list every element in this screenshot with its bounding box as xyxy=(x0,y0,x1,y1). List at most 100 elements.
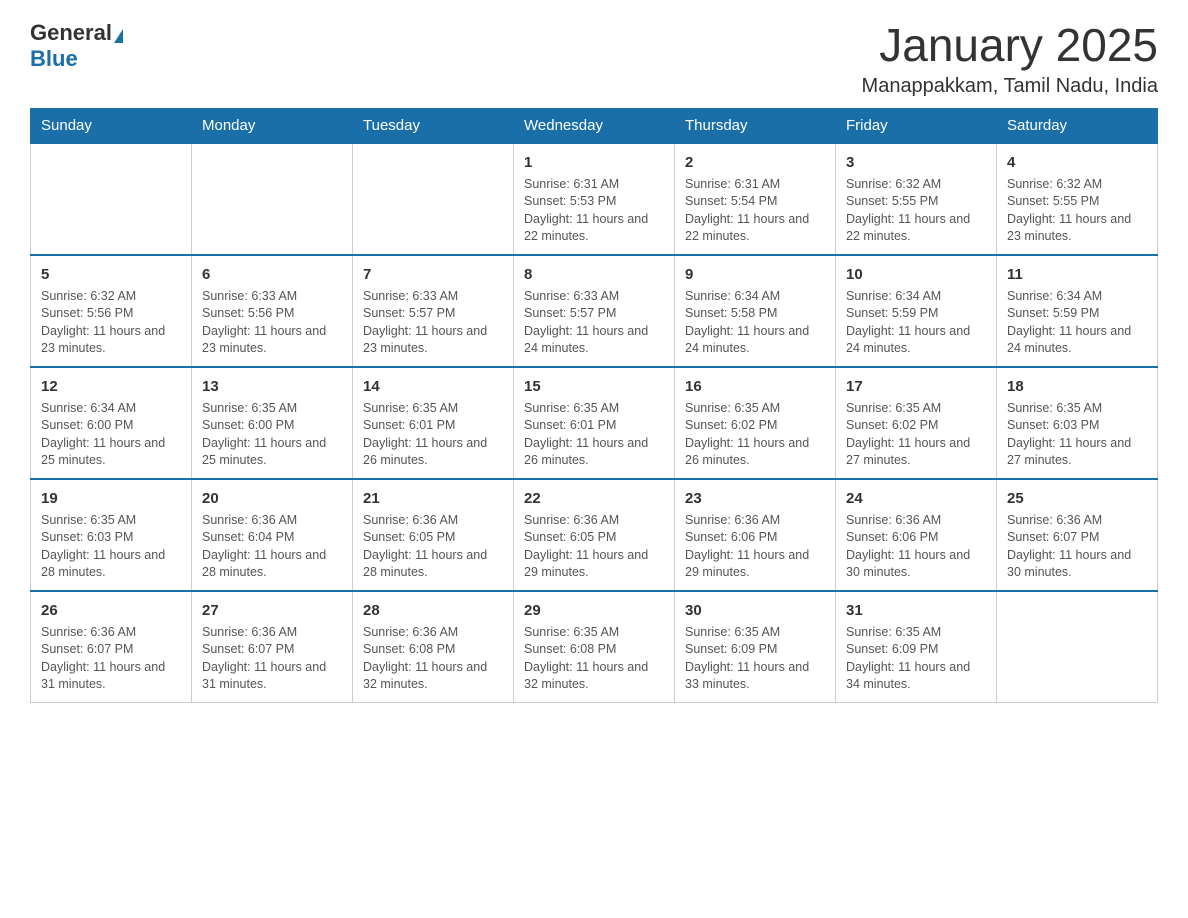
day-info: Sunrise: 6:35 AMSunset: 6:02 PMDaylight:… xyxy=(846,400,986,470)
day-info: Sunrise: 6:35 AMSunset: 6:02 PMDaylight:… xyxy=(685,400,825,470)
logo-blue-text: Blue xyxy=(30,46,78,71)
day-number: 26 xyxy=(41,600,181,621)
calendar-cell xyxy=(192,143,353,255)
day-number: 21 xyxy=(363,488,503,509)
page-header: General Blue January 2025 Manappakkam, T… xyxy=(30,20,1158,98)
calendar-cell: 15 Sunrise: 6:35 AMSunset: 6:01 PMDayligh… xyxy=(514,367,675,479)
day-info: Sunrise: 6:35 AMSunset: 6:01 PMDaylight:… xyxy=(363,400,503,470)
calendar-cell: 26 Sunrise: 6:36 AMSunset: 6:07 PMDayligh… xyxy=(31,591,192,703)
day-number: 15 xyxy=(524,376,664,397)
logo-top-line: General xyxy=(30,20,123,46)
day-number: 22 xyxy=(524,488,664,509)
calendar-cell: 4 Sunrise: 6:32 AMSunset: 5:55 PMDaylight… xyxy=(997,143,1158,255)
day-info: Sunrise: 6:36 AMSunset: 6:07 PMDaylight:… xyxy=(1007,512,1147,582)
day-info: Sunrise: 6:32 AMSunset: 5:55 PMDaylight:… xyxy=(846,176,986,246)
calendar-week-row: 26 Sunrise: 6:36 AMSunset: 6:07 PMDayligh… xyxy=(31,591,1158,703)
calendar-week-row: 19 Sunrise: 6:35 AMSunset: 6:03 PMDayligh… xyxy=(31,479,1158,591)
day-number: 20 xyxy=(202,488,342,509)
day-info: Sunrise: 6:36 AMSunset: 6:06 PMDaylight:… xyxy=(846,512,986,582)
day-number: 27 xyxy=(202,600,342,621)
title-area: January 2025 Manappakkam, Tamil Nadu, In… xyxy=(862,20,1158,98)
calendar-week-row: 12 Sunrise: 6:34 AMSunset: 6:00 PMDayligh… xyxy=(31,367,1158,479)
day-info: Sunrise: 6:35 AMSunset: 6:09 PMDaylight:… xyxy=(685,624,825,694)
calendar-cell xyxy=(997,591,1158,703)
day-info: Sunrise: 6:35 AMSunset: 6:09 PMDaylight:… xyxy=(846,624,986,694)
day-number: 10 xyxy=(846,264,986,285)
day-info: Sunrise: 6:34 AMSunset: 6:00 PMDaylight:… xyxy=(41,400,181,470)
day-info: Sunrise: 6:35 AMSunset: 6:00 PMDaylight:… xyxy=(202,400,342,470)
calendar-cell: 24 Sunrise: 6:36 AMSunset: 6:06 PMDayligh… xyxy=(836,479,997,591)
day-number: 14 xyxy=(363,376,503,397)
calendar-cell xyxy=(31,143,192,255)
day-info: Sunrise: 6:34 AMSunset: 5:58 PMDaylight:… xyxy=(685,288,825,358)
day-number: 18 xyxy=(1007,376,1147,397)
day-number: 13 xyxy=(202,376,342,397)
calendar-cell: 3 Sunrise: 6:32 AMSunset: 5:55 PMDaylight… xyxy=(836,143,997,255)
day-number: 7 xyxy=(363,264,503,285)
header-thursday: Thursday xyxy=(675,108,836,143)
day-info: Sunrise: 6:36 AMSunset: 6:06 PMDaylight:… xyxy=(685,512,825,582)
day-info: Sunrise: 6:34 AMSunset: 5:59 PMDaylight:… xyxy=(846,288,986,358)
day-number: 30 xyxy=(685,600,825,621)
calendar-cell: 28 Sunrise: 6:36 AMSunset: 6:08 PMDayligh… xyxy=(353,591,514,703)
header-monday: Monday xyxy=(192,108,353,143)
day-info: Sunrise: 6:33 AMSunset: 5:57 PMDaylight:… xyxy=(524,288,664,358)
calendar-cell: 1 Sunrise: 6:31 AMSunset: 5:53 PMDaylight… xyxy=(514,143,675,255)
calendar-cell: 19 Sunrise: 6:35 AMSunset: 6:03 PMDayligh… xyxy=(31,479,192,591)
calendar-cell: 27 Sunrise: 6:36 AMSunset: 6:07 PMDayligh… xyxy=(192,591,353,703)
calendar-body: 1 Sunrise: 6:31 AMSunset: 5:53 PMDaylight… xyxy=(31,143,1158,703)
header-friday: Friday xyxy=(836,108,997,143)
day-info: Sunrise: 6:32 AMSunset: 5:56 PMDaylight:… xyxy=(41,288,181,358)
day-info: Sunrise: 6:33 AMSunset: 5:56 PMDaylight:… xyxy=(202,288,342,358)
logo-general-text: General xyxy=(30,20,112,45)
day-info: Sunrise: 6:36 AMSunset: 6:05 PMDaylight:… xyxy=(524,512,664,582)
header-wednesday: Wednesday xyxy=(514,108,675,143)
day-info: Sunrise: 6:35 AMSunset: 6:03 PMDaylight:… xyxy=(1007,400,1147,470)
day-info: Sunrise: 6:36 AMSunset: 6:08 PMDaylight:… xyxy=(363,624,503,694)
weekday-header-row: Sunday Monday Tuesday Wednesday Thursday… xyxy=(31,108,1158,143)
calendar-cell: 17 Sunrise: 6:35 AMSunset: 6:02 PMDayligh… xyxy=(836,367,997,479)
header-tuesday: Tuesday xyxy=(353,108,514,143)
day-number: 24 xyxy=(846,488,986,509)
calendar-cell: 13 Sunrise: 6:35 AMSunset: 6:00 PMDayligh… xyxy=(192,367,353,479)
calendar-cell: 25 Sunrise: 6:36 AMSunset: 6:07 PMDayligh… xyxy=(997,479,1158,591)
calendar-cell: 23Sunrise: 6:36 AMSunset: 6:06 PMDayligh… xyxy=(675,479,836,591)
day-number: 31 xyxy=(846,600,986,621)
calendar-cell: 2Sunrise: 6:31 AMSunset: 5:54 PMDaylight… xyxy=(675,143,836,255)
day-number: 25 xyxy=(1007,488,1147,509)
day-number: 12 xyxy=(41,376,181,397)
calendar-cell: 14 Sunrise: 6:35 AMSunset: 6:01 PMDayligh… xyxy=(353,367,514,479)
subtitle: Manappakkam, Tamil Nadu, India xyxy=(862,75,1158,98)
day-info: Sunrise: 6:36 AMSunset: 6:04 PMDaylight:… xyxy=(202,512,342,582)
day-number: 1 xyxy=(524,152,664,173)
day-number: 9 xyxy=(685,264,825,285)
day-info: Sunrise: 6:31 AMSunset: 5:54 PMDaylight:… xyxy=(685,176,825,246)
day-info: Sunrise: 6:35 AMSunset: 6:08 PMDaylight:… xyxy=(524,624,664,694)
day-info: Sunrise: 6:31 AMSunset: 5:53 PMDaylight:… xyxy=(524,176,664,246)
calendar-cell: 10 Sunrise: 6:34 AMSunset: 5:59 PMDayligh… xyxy=(836,255,997,367)
day-number: 19 xyxy=(41,488,181,509)
day-info: Sunrise: 6:35 AMSunset: 6:01 PMDaylight:… xyxy=(524,400,664,470)
calendar-cell: 6 Sunrise: 6:33 AMSunset: 5:56 PMDaylight… xyxy=(192,255,353,367)
day-info: Sunrise: 6:36 AMSunset: 6:07 PMDaylight:… xyxy=(202,624,342,694)
calendar-cell: 12 Sunrise: 6:34 AMSunset: 6:00 PMDayligh… xyxy=(31,367,192,479)
day-info: Sunrise: 6:35 AMSunset: 6:03 PMDaylight:… xyxy=(41,512,181,582)
day-number: 6 xyxy=(202,264,342,285)
calendar-cell: 18 Sunrise: 6:35 AMSunset: 6:03 PMDayligh… xyxy=(997,367,1158,479)
calendar-cell: 20 Sunrise: 6:36 AMSunset: 6:04 PMDayligh… xyxy=(192,479,353,591)
calendar-cell: 29Sunrise: 6:35 AMSunset: 6:08 PMDayligh… xyxy=(514,591,675,703)
day-number: 17 xyxy=(846,376,986,397)
day-info: Sunrise: 6:32 AMSunset: 5:55 PMDaylight:… xyxy=(1007,176,1147,246)
day-info: Sunrise: 6:34 AMSunset: 5:59 PMDaylight:… xyxy=(1007,288,1147,358)
day-number: 16 xyxy=(685,376,825,397)
day-number: 28 xyxy=(363,600,503,621)
day-number: 4 xyxy=(1007,152,1147,173)
calendar-header: Sunday Monday Tuesday Wednesday Thursday… xyxy=(31,108,1158,143)
calendar-cell: 21Sunrise: 6:36 AMSunset: 6:05 PMDayligh… xyxy=(353,479,514,591)
day-info: Sunrise: 6:36 AMSunset: 6:07 PMDaylight:… xyxy=(41,624,181,694)
day-number: 3 xyxy=(846,152,986,173)
calendar-cell xyxy=(353,143,514,255)
calendar-cell: 9 Sunrise: 6:34 AMSunset: 5:58 PMDaylight… xyxy=(675,255,836,367)
day-number: 11 xyxy=(1007,264,1147,285)
calendar-cell: 31 Sunrise: 6:35 AMSunset: 6:09 PMDayligh… xyxy=(836,591,997,703)
